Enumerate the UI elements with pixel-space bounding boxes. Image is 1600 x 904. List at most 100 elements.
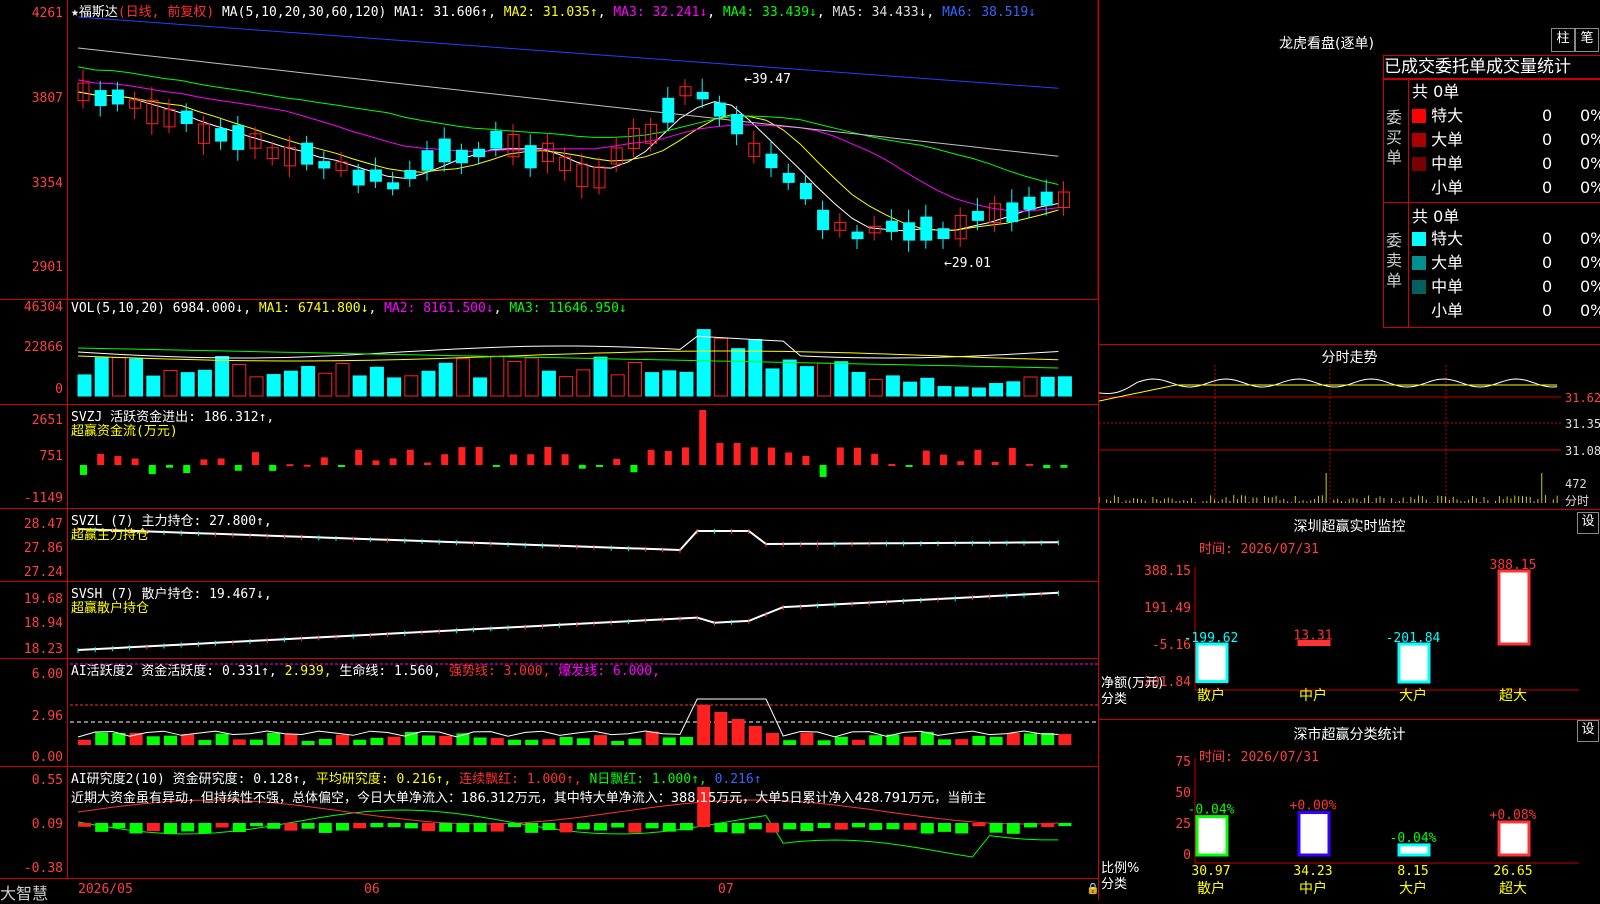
activity-bar — [267, 732, 281, 745]
column-mode-button[interactable]: 柱 — [1551, 28, 1575, 52]
order-volume: 0 — [1542, 178, 1553, 197]
research-bar — [542, 823, 556, 831]
research-bar — [146, 823, 160, 832]
candle-body — [696, 91, 709, 100]
research-bar — [817, 823, 831, 829]
activity-bar — [508, 739, 521, 745]
order-type: 特大 — [1431, 106, 1464, 125]
order-type: 中单 — [1431, 277, 1464, 296]
buy-section: 委买单 共 0单 特大 0 0% 大单 0 0% 中单 0 0% 小单 0 0% — [1383, 79, 1600, 204]
ma2-value: MA2: 31.035↑ — [503, 5, 598, 20]
date-label: 2026/05 — [78, 882, 133, 897]
flow-bar — [372, 460, 380, 465]
candle-body — [111, 89, 124, 105]
candle-body — [731, 113, 744, 135]
research-bar — [508, 823, 521, 828]
category-label: 超大 — [1499, 688, 1527, 704]
ai-comment: 近期大资金虽有异动，但持续性不强，总体偏空，今日大单净流入：186.312万元，… — [71, 791, 987, 806]
flow-bar — [527, 454, 535, 465]
research-bar — [903, 823, 917, 830]
research-bar — [164, 823, 177, 834]
volume-value: 6984.000↓ — [172, 301, 244, 316]
buy-total: 共 0单 — [1412, 82, 1460, 101]
stock-name[interactable]: 福斯达 — [79, 5, 118, 20]
volume-bar — [971, 387, 986, 397]
category-label: 大户 — [1399, 880, 1427, 897]
lhb-title: 龙虎看盘(逐单) — [1279, 36, 1374, 52]
candle-body — [765, 153, 778, 169]
ai-research-panel[interactable]: 0.55 0.09 -0.38 AI研究度2(10) 资金研究度: 0.128↑… — [0, 767, 1098, 879]
activity-bar — [284, 734, 298, 745]
activity-bar — [525, 739, 539, 745]
class-bar — [1397, 642, 1431, 684]
volume-bar — [920, 377, 935, 397]
volume-bar — [352, 375, 367, 397]
research-bar — [869, 823, 883, 830]
class-bar — [1497, 820, 1531, 857]
volume-bar — [1057, 376, 1072, 397]
flow-bar — [819, 465, 827, 477]
category-label: 超大 — [1499, 881, 1527, 897]
flow-bar — [957, 461, 965, 465]
order-type: 特大 — [1431, 229, 1464, 248]
kline-panel[interactable]: 4261 3807 3354 2901 ★福斯达(日线, 前复权) MA(5,1… — [0, 0, 1098, 300]
volume-bar — [817, 362, 832, 397]
ma4-value: MA4: 33.439↓ — [722, 5, 817, 20]
net-amount-chart[interactable]: 388.15191.49-5.16-201.84-199.62散户13.31中户… — [1099, 510, 1600, 720]
svsh-panel[interactable]: 19.68 18.94 18.23 SVSH (7) 散户持仓: 19.467↓… — [0, 582, 1098, 659]
volume-bar — [335, 362, 350, 397]
period-mode[interactable]: (日线, 前复权) — [118, 5, 214, 20]
research-bar — [611, 823, 625, 828]
research-bar — [1041, 823, 1055, 827]
intraday-chart[interactable] — [1099, 345, 1600, 510]
color-swatch — [1412, 109, 1426, 123]
ma6-value: MA6: 38.519↓ — [942, 5, 1036, 20]
flow-bar — [544, 447, 552, 465]
volume-bar — [903, 381, 918, 397]
candle-body — [387, 182, 400, 190]
volume-bar — [645, 372, 660, 397]
candle-body — [937, 228, 950, 240]
candlestick-chart[interactable] — [0, 0, 1098, 300]
ma-line — [77, 66, 1059, 185]
axis-tick: 191.49 — [1144, 601, 1191, 616]
axis-tick: 50 — [1175, 786, 1191, 801]
research-bar — [439, 823, 453, 832]
activity-bar — [594, 735, 607, 745]
category-label: 大户 — [1399, 687, 1427, 704]
research-bar — [662, 823, 676, 832]
life-line: 生命线: 1.560, — [339, 664, 441, 679]
svzj-panel[interactable]: 2651 751 -1149 SVZJ 活跃资金进出: 186.312↑, 超赢… — [0, 405, 1098, 509]
volume-bar — [989, 383, 1004, 397]
research-bar — [490, 823, 504, 832]
date-label: 07 — [718, 882, 734, 897]
candle-body — [421, 150, 434, 171]
activity-bar — [1006, 732, 1020, 745]
volume-bar — [731, 348, 746, 397]
flow-bar — [338, 465, 345, 467]
order-row: 特大 0 0% — [1412, 227, 1600, 251]
flow-bar — [1060, 465, 1068, 468]
svzl-panel[interactable]: 28.47 27.86 27.24 SVZL (7) 主力持仓: 27.800↑… — [0, 509, 1098, 582]
volume-panel[interactable]: 46304 22866 0 VOL(5,10,20) 6984.000↓, MA… — [0, 300, 1098, 405]
tick-mode-button[interactable]: 笔 — [1575, 28, 1599, 52]
volume-bar — [318, 372, 333, 397]
volume-bar — [283, 370, 298, 397]
order-volume: 0 — [1542, 301, 1553, 320]
ai-activity-panel[interactable]: 6.00 2.96 0.00 AI活跃度2 资金活跃度: 0.331↑, 2.9… — [0, 659, 1098, 767]
intraday-panel[interactable]: 分时走势 31.62 31.35 31.08 472 分时 — [1098, 345, 1600, 510]
volume-bar — [1006, 381, 1021, 397]
class-ratio-chart[interactable]: 75 50 25 0 -0.04% 30.97散户 +0.00% 34.23中户 -0.04% 8… — [1099, 720, 1600, 900]
order-volume: 0 — [1542, 229, 1553, 248]
activity-bar — [989, 736, 1003, 745]
research-bar — [886, 823, 900, 830]
activity-bar — [817, 740, 831, 745]
bar-value: 388.15 — [1490, 558, 1537, 573]
date-label: 06 — [364, 882, 380, 897]
activity-bar — [628, 738, 642, 745]
bar-total: 34.23 — [1293, 864, 1332, 879]
activity-bar — [1024, 733, 1037, 745]
axis-tick: 25 — [1175, 817, 1191, 832]
volume-bar — [627, 361, 642, 397]
order-volume: 0 — [1542, 130, 1553, 149]
